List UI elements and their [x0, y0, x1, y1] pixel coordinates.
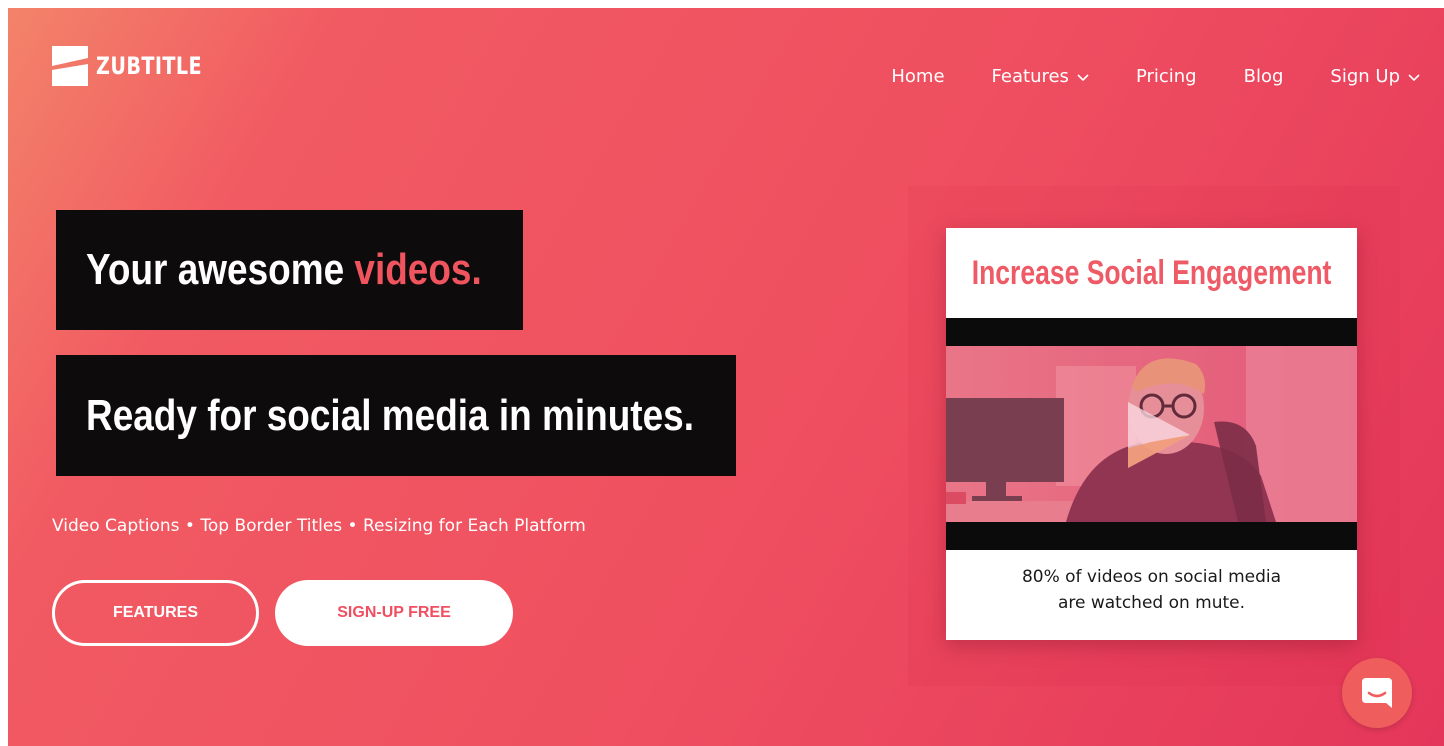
brand-name: ZUBTITLE — [96, 52, 203, 80]
nav-item-blog[interactable]: Blog — [1244, 66, 1284, 87]
video-scene-image — [946, 346, 1357, 522]
preview-video[interactable] — [946, 318, 1357, 550]
features-button[interactable]: FEATURES — [52, 580, 259, 646]
nav-item-label: Features — [991, 66, 1069, 87]
preview-card-title-text: Increase Social Engagement — [971, 253, 1332, 292]
zubtitle-z-logo-icon — [52, 46, 88, 86]
chevron-down-icon — [1077, 73, 1089, 81]
nav-item-label: Home — [891, 66, 945, 87]
nav-item-sign-up[interactable]: Sign Up — [1330, 66, 1420, 87]
headline-line-1-text: Your awesome videos. — [86, 245, 482, 295]
video-frame — [946, 346, 1357, 522]
nav-item-features[interactable]: Features — [992, 66, 1089, 87]
nav-item-pricing[interactable]: Pricing — [1136, 66, 1197, 87]
headline-accent: videos. — [354, 245, 482, 294]
chevron-down-icon — [1408, 73, 1420, 81]
caption-line-2: are watched on mute. — [1057, 593, 1246, 613]
chat-bubble-icon — [1362, 678, 1392, 708]
nav-item-label: Pricing — [1135, 66, 1197, 87]
headline-line-2-text: Ready for social media in minutes. — [86, 390, 694, 440]
brand-logo[interactable]: ZUBTITLE — [52, 46, 229, 86]
nav-item-label: Blog — [1243, 66, 1284, 87]
hero-tagline: Video Captions • Top Border Titles • Res… — [52, 516, 586, 536]
preview-card: Increase Social Engagement 80% of videos… — [946, 228, 1357, 640]
headline-prefix: Your awesome — [86, 245, 355, 294]
chat-launcher-button[interactable] — [1342, 658, 1412, 728]
preview-card-caption: 80% of videos on social media are watche… — [946, 564, 1357, 616]
sign-up-free-button[interactable]: SIGN-UP FREE — [275, 580, 513, 646]
nav-item-label: Sign Up — [1330, 66, 1400, 87]
headline-line-1: Your awesome videos. — [56, 210, 523, 330]
caption-line-1: 80% of videos on social media — [1021, 567, 1282, 587]
top-nav: Home Features Pricing Blog Sign Up — [891, 66, 1420, 87]
headline-line-2: Ready for social media in minutes. — [56, 355, 736, 476]
hero-section: ZUBTITLE Home Features Pricing Blog Sign… — [8, 8, 1444, 746]
nav-item-home[interactable]: Home — [891, 66, 944, 87]
preview-card-title: Increase Social Engagement — [946, 228, 1357, 318]
